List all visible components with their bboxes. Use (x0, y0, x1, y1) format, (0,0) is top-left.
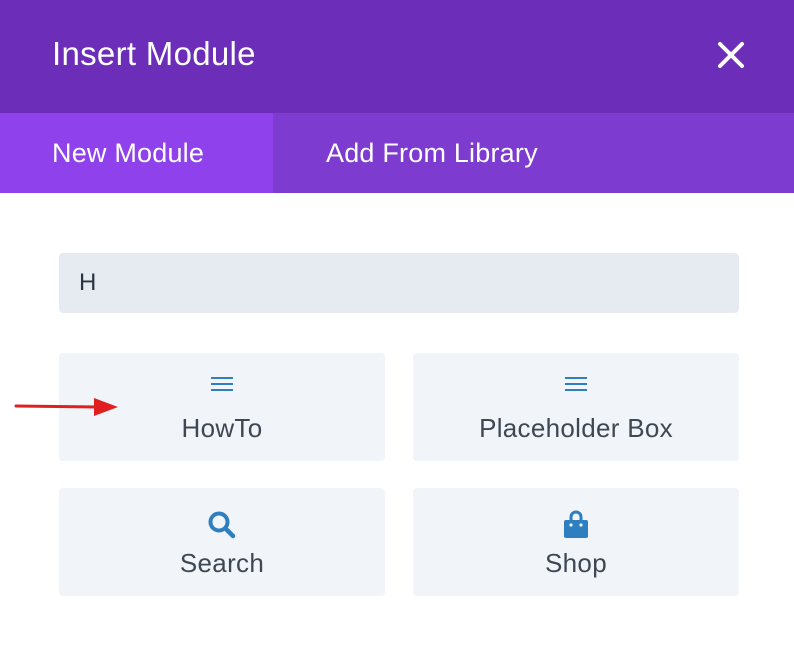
shopping-bag-icon (564, 510, 588, 538)
modal-header: Insert Module (0, 0, 794, 113)
module-search-input[interactable] (59, 253, 739, 313)
module-label: Search (179, 548, 265, 578)
tab-add-from-library[interactable]: Add From Library (273, 113, 538, 193)
close-button[interactable] (712, 36, 750, 74)
module-label: Placeholder Box (479, 413, 673, 443)
modal-title: Insert Module (52, 35, 256, 72)
tab-new-module[interactable]: New Module (0, 113, 273, 193)
module-card-shop[interactable]: Shop (413, 488, 739, 596)
module-label: Shop (545, 548, 607, 578)
tab-bar: New Module Add From Library (0, 113, 794, 193)
module-card-search[interactable]: Search (59, 488, 385, 596)
close-icon (718, 42, 744, 68)
annotation-arrow-icon (14, 398, 118, 416)
menu-icon (565, 377, 587, 395)
search-icon (208, 511, 236, 539)
menu-icon (211, 377, 233, 395)
module-card-placeholder-box[interactable]: Placeholder Box (413, 353, 739, 461)
